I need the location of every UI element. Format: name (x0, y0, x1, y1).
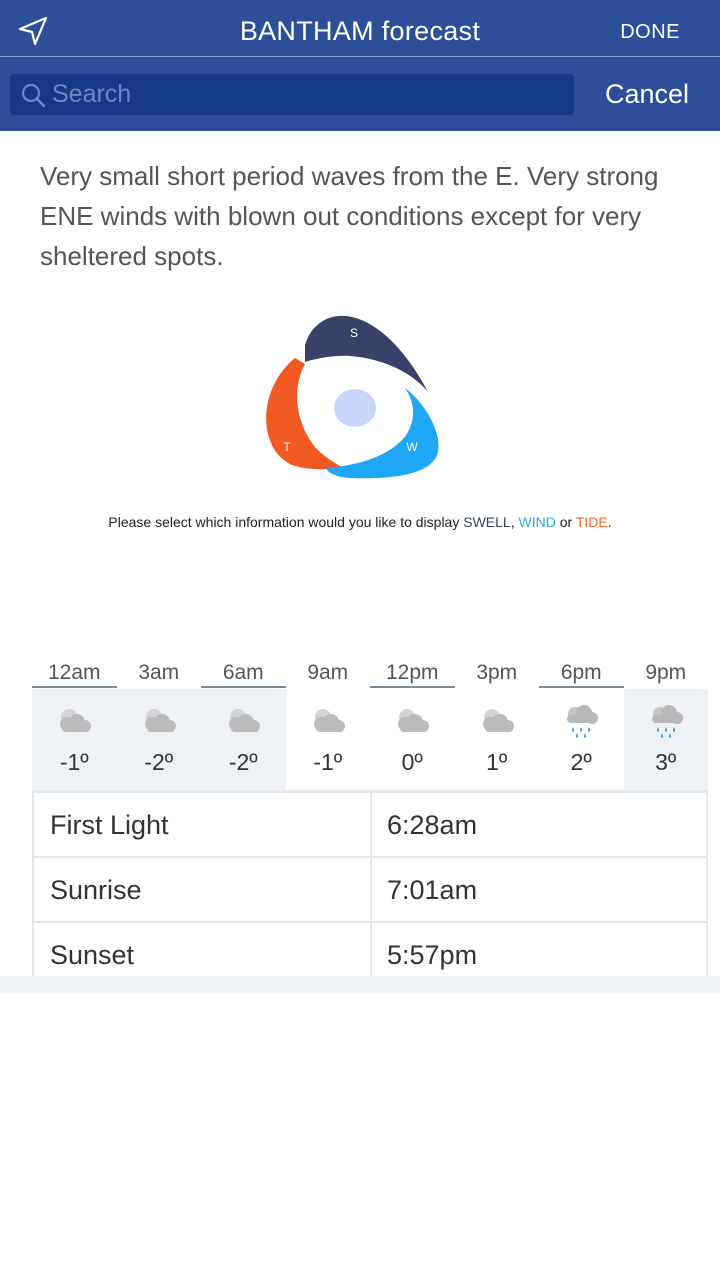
hour-column: 3am -2º (116, 660, 201, 790)
sun-label: Sunset (50, 940, 135, 970)
prompt-or: or (555, 514, 576, 530)
hour-temp: -2º (228, 749, 258, 775)
hour-cell: 0º (370, 689, 455, 790)
tide-letter: T (283, 440, 291, 454)
hour-temp: -2º (144, 749, 174, 775)
hour-column: 12am -1º (32, 660, 117, 790)
prompt-text: Please select which information would yo… (108, 514, 464, 530)
hour-column: 9pm 3º (623, 660, 708, 790)
tide-link[interactable]: TIDE (576, 514, 608, 530)
sun-value: 5:57pm (387, 940, 478, 970)
footer-band (0, 976, 720, 993)
hour-label: 12am (32, 660, 117, 688)
sun-label: First Light (50, 810, 169, 840)
swell-link[interactable]: SWELL (463, 514, 510, 530)
hour-column: 3pm 1º (455, 660, 540, 790)
done-button[interactable]: DONE (620, 18, 680, 46)
hour-temp: 1º (486, 749, 508, 775)
cloud-icon (144, 709, 176, 732)
hour-column: 6pm 2º (539, 660, 624, 790)
hour-column: 9am -1º (286, 660, 371, 790)
cloud-icon (60, 709, 91, 732)
cloud-icon (229, 709, 260, 732)
hour-label: 9pm (645, 661, 687, 684)
hour-label: 3pm (476, 661, 518, 684)
prompt-comma: , (510, 514, 519, 530)
cloud-icon (482, 709, 514, 732)
wind-letter: W (406, 440, 418, 454)
hour-cell: 2º (539, 689, 624, 790)
search-icon (21, 83, 46, 108)
sun-label: Sunrise (50, 875, 142, 905)
prompt-end: . (607, 514, 612, 530)
sun-times-table: First Light 6:28am Sunrise 7:01am Sunset… (32, 793, 708, 976)
hour-column: 12pm 0º (370, 660, 455, 790)
hour-temp: 0º (401, 749, 423, 775)
hourly-forecast: 12am -1º 3am -2º 6am -2º 9am -1º 12pm 0º (32, 660, 708, 790)
column-divider (370, 858, 372, 923)
search-input[interactable] (52, 74, 552, 115)
location-arrow-icon[interactable] (16, 14, 50, 48)
header-bar: BANTHAM forecast DONE Cancel (0, 0, 720, 131)
compass-center[interactable] (334, 389, 376, 427)
hour-cell: -2º (116, 689, 201, 790)
table-row: Sunrise 7:01am (34, 858, 706, 923)
hour-temp: 3º (655, 749, 677, 775)
hour-temp: -1º (59, 749, 89, 775)
hour-label: 3am (138, 661, 180, 684)
sun-value: 7:01am (387, 875, 478, 905)
page-title: BANTHAM forecast (239, 16, 481, 46)
cloud-icon (398, 709, 429, 732)
table-row: First Light 6:28am (34, 793, 706, 858)
wind-link[interactable]: WIND (519, 514, 556, 530)
display-prompt: Please select which information would yo… (0, 514, 720, 530)
cancel-button[interactable]: Cancel (605, 77, 689, 111)
table-row: Sunset 5:57pm (34, 923, 706, 976)
swell-wind-tide-selector[interactable]: S T W (250, 300, 450, 490)
hour-cell: -1º (286, 689, 371, 790)
hour-label: 6am (201, 660, 286, 688)
swell-segment[interactable] (305, 315, 428, 392)
header-divider (0, 56, 720, 57)
hour-cell: 3º (623, 689, 708, 790)
hour-temp: -1º (313, 749, 343, 775)
tide-segment[interactable] (266, 358, 344, 470)
hour-cell: 1º (455, 689, 540, 790)
hour-label: 6pm (539, 660, 624, 688)
search-bar[interactable] (10, 74, 574, 115)
rain-cloud-icon (567, 705, 598, 738)
hour-column: 6am -2º (201, 660, 286, 790)
sun-value: 6:28am (387, 810, 478, 840)
hour-label: 12pm (370, 660, 455, 688)
column-divider (370, 793, 372, 858)
swell-letter: S (350, 326, 358, 340)
rain-cloud-icon (651, 705, 683, 738)
cloud-icon (313, 709, 345, 732)
hour-temp: 2º (570, 749, 592, 775)
column-divider (370, 923, 372, 976)
hour-label: 9am (307, 661, 349, 684)
hour-cell: -2º (201, 689, 286, 790)
hour-cell: -1º (32, 689, 117, 790)
forecast-description: Very small short period waves from the E… (40, 161, 659, 271)
